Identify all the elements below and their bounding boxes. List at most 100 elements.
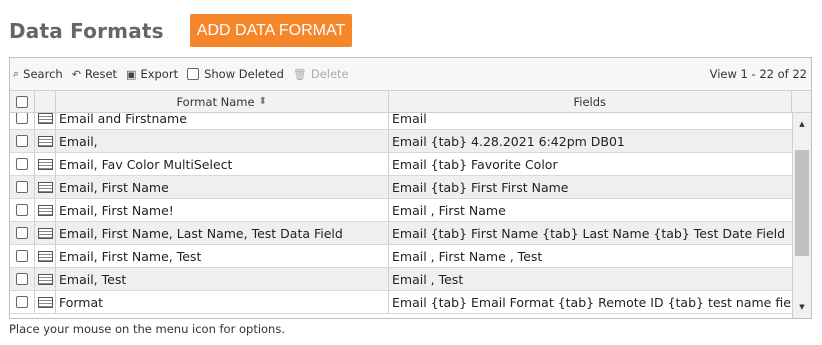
fields-cell: Email: [392, 113, 427, 126]
row-checkbox[interactable]: [16, 113, 28, 124]
scroll-down-icon[interactable]: ▼: [793, 299, 811, 315]
table-row[interactable]: Email, Email {tab} 4.28.2021 6:42pm DB01: [10, 130, 793, 153]
format-name-cell: Email,: [56, 130, 389, 152]
search-label: Search: [23, 67, 63, 81]
table-rows: Email and Firstname Email Email, Email {…: [10, 113, 793, 314]
format-name-header-label: Format Name: [176, 94, 255, 109]
fields-header-label: Fields: [573, 94, 607, 109]
row-menu-cell: [35, 291, 56, 313]
show-deleted-checkbox[interactable]: [187, 68, 200, 80]
format-name-cell: Email, First Name: [56, 176, 389, 198]
row-menu-cell: [35, 176, 56, 198]
fields-cell: Email {tab} First Name {tab} Last Name {…: [392, 225, 786, 241]
fields-cell: Email , Test: [392, 271, 464, 287]
show-deleted-label: Show Deleted: [204, 67, 284, 81]
data-formats-grid: ⌕ Search ↶ Reset ▣ Export Show Deleted 🗑…: [9, 57, 812, 319]
table-row[interactable]: Email, First Name, Test Email , First Na…: [10, 245, 793, 268]
row-checkbox[interactable]: [16, 135, 28, 147]
trash-icon: 🗑: [292, 67, 307, 81]
fields-cell: Email , First Name: [392, 202, 506, 218]
row-menu-cell: [35, 222, 56, 244]
row-menu-icon[interactable]: [37, 296, 53, 308]
scrollbar-thumb[interactable]: [795, 150, 809, 256]
format-name-cell: Email, First Name, Test: [56, 245, 389, 267]
table-row[interactable]: Email, First Name, Last Name, Test Data …: [10, 222, 793, 245]
fields-cell: Email {tab} Favorite Color: [392, 156, 558, 172]
row-select-cell: [10, 291, 35, 313]
page-header: Data Formats ADD DATA FORMAT: [9, 14, 353, 47]
column-header-fields[interactable]: Fields: [389, 91, 793, 112]
table-row[interactable]: Email, Fav Color MultiSelect Email {tab}…: [10, 153, 793, 176]
table-row[interactable]: Email, First Name Email {tab} First Firs…: [10, 176, 793, 199]
format-name-cell: Email and Firstname: [56, 113, 389, 129]
row-select-cell: [10, 268, 35, 290]
table-header: Format Name ⬍ Fields: [10, 91, 811, 113]
row-select-cell: [10, 222, 35, 244]
row-menu-cell: [35, 153, 56, 175]
add-data-format-button[interactable]: ADD DATA FORMAT: [189, 14, 353, 47]
column-header-format-name[interactable]: Format Name ⬍: [56, 91, 389, 112]
reset-label: Reset: [84, 67, 118, 81]
row-select-cell: [10, 113, 35, 129]
table-row[interactable]: Email, Test Email , Test: [10, 268, 793, 291]
format-name-cell: Email, Test: [56, 268, 389, 290]
delete-button[interactable]: 🗑 Delete: [293, 67, 349, 81]
row-select-cell: [10, 130, 35, 152]
row-menu-icon[interactable]: [37, 158, 53, 170]
row-menu-icon[interactable]: [37, 273, 53, 285]
row-menu-icon[interactable]: [37, 204, 53, 216]
format-name-cell: Email, First Name!: [56, 199, 389, 221]
fields-cell: Email {tab} Email Format {tab} Remote ID…: [392, 294, 793, 310]
format-name-cell: Email, Fav Color MultiSelect: [56, 153, 389, 175]
format-name-cell: Format: [56, 291, 389, 313]
fields-cell: Email {tab} 4.28.2021 6:42pm DB01: [392, 133, 625, 149]
scroll-up-icon[interactable]: ▲: [793, 116, 811, 132]
reset-button[interactable]: ↶ Reset: [72, 67, 117, 81]
show-deleted-toggle[interactable]: Show Deleted: [187, 67, 284, 81]
row-select-cell: [10, 153, 35, 175]
row-checkbox[interactable]: [16, 204, 28, 216]
export-button[interactable]: ▣ Export: [126, 67, 178, 81]
row-menu-icon[interactable]: [37, 113, 53, 124]
select-all-checkbox[interactable]: [15, 95, 28, 108]
row-checkbox[interactable]: [16, 227, 28, 239]
table-body: Email and Firstname Email Email, Email {…: [10, 113, 811, 318]
row-menu-cell: [35, 113, 56, 129]
row-checkbox[interactable]: [16, 158, 28, 170]
row-select-cell: [10, 176, 35, 198]
page-title: Data Formats: [9, 18, 164, 43]
export-icon: ▣: [126, 67, 137, 81]
table-row[interactable]: Format Email {tab} Email Format {tab} Re…: [10, 291, 793, 314]
scrollbar-header-spacer: [792, 91, 811, 112]
fields-cell: Email , First Name , Test: [392, 248, 543, 264]
view-record-count: View 1 - 22 of 22: [709, 67, 807, 81]
search-button[interactable]: ⌕ Search: [13, 67, 63, 81]
row-checkbox[interactable]: [16, 250, 28, 262]
reset-icon: ↶: [71, 67, 81, 81]
format-name-cell: Email, First Name, Last Name, Test Data …: [56, 222, 389, 244]
row-checkbox[interactable]: [16, 296, 28, 308]
select-all-cell: [10, 91, 35, 112]
footer-hint: Place your mouse on the menu icon for op…: [9, 322, 285, 336]
sort-icon: ⬍: [258, 96, 267, 107]
menu-column-header: [35, 91, 56, 112]
row-select-cell: [10, 245, 35, 267]
row-menu-icon[interactable]: [37, 135, 53, 147]
row-menu-cell: [35, 130, 56, 152]
row-menu-icon[interactable]: [37, 227, 53, 239]
row-checkbox[interactable]: [16, 273, 28, 285]
grid-toolbar: ⌕ Search ↶ Reset ▣ Export Show Deleted 🗑…: [10, 58, 811, 91]
row-menu-icon[interactable]: [37, 181, 53, 193]
row-checkbox[interactable]: [16, 181, 28, 193]
fields-cell: Email {tab} First First Name: [392, 179, 569, 195]
vertical-scrollbar[interactable]: ▲ ▼: [792, 113, 811, 318]
export-label: Export: [140, 67, 179, 81]
table-row[interactable]: Email, First Name! Email , First Name: [10, 199, 793, 222]
table-row[interactable]: Email and Firstname Email: [10, 113, 793, 130]
row-menu-cell: [35, 268, 56, 290]
delete-label: Delete: [310, 67, 349, 81]
row-select-cell: [10, 199, 35, 221]
search-icon: ⌕: [13, 67, 20, 80]
row-menu-icon[interactable]: [37, 250, 53, 262]
row-menu-cell: [35, 199, 56, 221]
